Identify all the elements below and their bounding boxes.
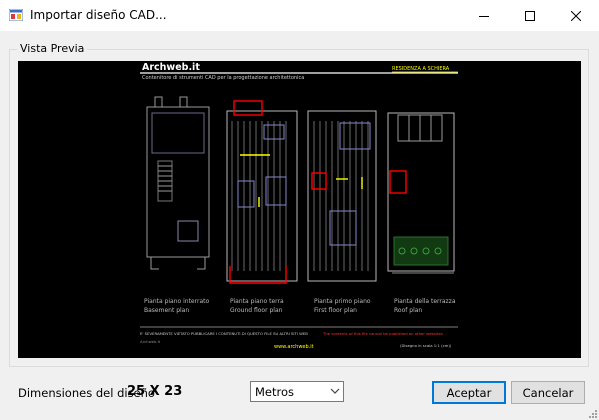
roof-plan [387,112,455,274]
preview-group-label: Vista Previa [17,42,88,55]
plan-4-subtitle: Roof plan [394,307,422,314]
window-title: Importar diseño CAD... [30,8,167,22]
cad-footer-url: www.archweb.it [274,344,314,350]
cad-footer-warning-en: The contents of this file cannot be publ… [322,331,443,336]
resize-grip-icon[interactable] [587,408,597,418]
cad-footer-scale: (Disegno in scala 1:1 (cm)) [400,343,452,348]
cad-project-title: RESIDENZA A SCHIERA [392,66,450,72]
accept-button[interactable]: Aceptar [432,381,506,404]
cad-brand: Archweb.it [142,62,200,73]
basement-plan [146,96,210,270]
units-select[interactable]: Metros [250,381,344,402]
first-floor-plan [307,110,377,282]
dimensions-value: 25 X 23 [127,384,183,399]
plan-2-subtitle: Ground floor plan [230,307,283,314]
minimize-icon [479,15,489,17]
cad-footer-note: Archweb.it [140,339,161,344]
close-button[interactable] [553,0,599,31]
title-bar: Importar diseño CAD... [0,0,599,31]
plan-3-title: Pianta primo piano [314,298,371,305]
plan-1-title: Pianta piano interrato [144,298,209,305]
chevron-down-icon [330,388,340,394]
app-icon [9,9,23,21]
maximize-icon [525,10,535,21]
maximize-button[interactable] [507,0,553,31]
plan-2-title: Pianta piano terra [230,298,284,305]
cad-subtitle: Contenitore di strumenti CAD per la prog… [142,75,304,81]
cad-drawing: Archweb.it Contenitore di strumenti CAD … [140,62,458,350]
plan-3-subtitle: First floor plan [314,307,357,314]
plan-4-title: Pianta della terrazza [394,298,456,305]
close-icon [571,10,581,21]
ground-floor-plan [226,100,298,284]
cancel-button[interactable]: Cancelar [511,381,585,404]
minimize-button[interactable] [461,0,507,31]
cad-footer-warning: E' SEVERAMENTE VIETATO PUBBLICARE I CONT… [140,331,308,336]
plan-1-subtitle: Basement plan [144,307,189,314]
cad-preview: Archweb.it Contenitore di strumenti CAD … [18,61,581,358]
units-select-value: Metros [255,385,295,399]
